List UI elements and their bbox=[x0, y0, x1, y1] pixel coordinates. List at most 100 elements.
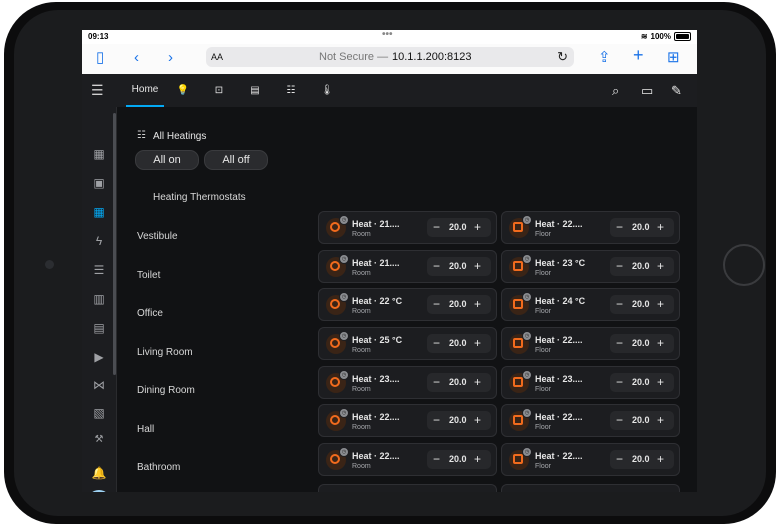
tab-climate-icon[interactable]: ⊡ bbox=[210, 74, 228, 107]
increase-button[interactable]: + bbox=[657, 452, 664, 466]
target-temperature: 20.0 bbox=[449, 299, 467, 309]
thermostat-name: Heat · 21.... bbox=[352, 219, 400, 229]
share-icon[interactable]: ⇪ bbox=[598, 50, 611, 65]
increase-button[interactable]: + bbox=[474, 452, 481, 466]
decrease-button[interactable]: − bbox=[616, 336, 623, 350]
sidebar-list-icon[interactable]: ☰ bbox=[91, 262, 107, 278]
thermostat-card[interactable]: ◷ Heat · 25 °C Room −20.0 + bbox=[318, 327, 497, 360]
decrease-button[interactable]: − bbox=[616, 452, 623, 466]
decrease-button[interactable]: − bbox=[616, 413, 623, 427]
sidebar-logbook-icon[interactable]: ▤ bbox=[91, 320, 107, 336]
decrease-button[interactable]: − bbox=[433, 336, 440, 350]
thermostat-card[interactable]: ◷ Heat · 23.... Room −20.0 + bbox=[318, 366, 497, 399]
increase-button[interactable]: + bbox=[474, 220, 481, 234]
multitasking-dots-icon[interactable]: ••• bbox=[382, 30, 393, 40]
tab-lights-icon[interactable]: 💡 bbox=[174, 74, 192, 107]
sidebar-clipboard-icon[interactable]: ▧ bbox=[91, 405, 107, 421]
temperature-stepper: −20.0 + bbox=[610, 334, 674, 353]
target-temperature: 20.0 bbox=[632, 222, 650, 232]
sidebar-code-icon[interactable]: ⋈ bbox=[91, 377, 107, 393]
decrease-button[interactable]: − bbox=[433, 452, 440, 466]
tab-home[interactable]: Home bbox=[126, 74, 164, 107]
decrease-button[interactable]: − bbox=[616, 297, 623, 311]
home-button[interactable] bbox=[723, 244, 765, 286]
tab-thermometer-icon[interactable]: 🌡 bbox=[318, 74, 336, 107]
new-tab-icon[interactable]: + bbox=[633, 46, 644, 64]
notifications-icon[interactable]: 🔔 bbox=[91, 465, 107, 481]
increase-button[interactable]: + bbox=[474, 297, 481, 311]
decrease-button[interactable]: − bbox=[616, 259, 623, 273]
thermostat-card[interactable]: ◷ Heat · 22.... Room −20.0 + bbox=[318, 404, 497, 437]
sidebar-media-icon[interactable]: ▶ bbox=[91, 349, 107, 365]
edit-icon[interactable]: ✎ bbox=[671, 83, 682, 99]
increase-button[interactable]: + bbox=[657, 413, 664, 427]
reload-icon[interactable]: ↻ bbox=[557, 49, 568, 65]
thermostat-card-partial[interactable] bbox=[318, 484, 497, 492]
sidebar-tools-icon[interactable]: ⚒ bbox=[91, 432, 107, 448]
avatar[interactable]: o bbox=[87, 490, 111, 492]
target-temperature: 20.0 bbox=[632, 299, 650, 309]
thermostat-card[interactable]: ◷ Heat · 22.... Floor −20.0 + bbox=[501, 211, 680, 244]
tab-blinds-icon[interactable]: ▤ bbox=[246, 74, 264, 107]
decrease-button[interactable]: − bbox=[433, 297, 440, 311]
address-bar[interactable]: AA Not Secure — 10.1.1.200:8123 ↻ bbox=[206, 47, 574, 67]
thermostat-card[interactable]: ◷ Heat · 22 °C Room −20.0 + bbox=[318, 288, 497, 321]
sidebar-dashboard-icon[interactable]: ▦ bbox=[91, 204, 107, 220]
increase-button[interactable]: + bbox=[474, 259, 481, 273]
thermostat-area: Room bbox=[352, 270, 371, 277]
increase-button[interactable]: + bbox=[657, 220, 664, 234]
thermostat-card[interactable]: ◷ Heat · 22.... Floor −20.0 + bbox=[501, 404, 680, 437]
assist-icon[interactable]: ▭ bbox=[641, 83, 653, 99]
sidebar-energy-icon[interactable]: ϟ bbox=[91, 233, 107, 249]
decrease-button[interactable]: − bbox=[433, 259, 440, 273]
thermostat-card[interactable]: ◷ Heat · 22.... Floor −20.0 + bbox=[501, 443, 680, 476]
all-on-button[interactable]: All on bbox=[135, 150, 199, 170]
thermostat-card[interactable]: ◷ Heat · 23.... Floor −20.0 + bbox=[501, 366, 680, 399]
text-size-button[interactable]: AA bbox=[211, 52, 223, 62]
back-icon[interactable]: ‹ bbox=[134, 50, 139, 65]
thermostat-area: Room bbox=[352, 386, 371, 393]
increase-button[interactable]: + bbox=[657, 336, 664, 350]
target-temperature: 20.0 bbox=[449, 415, 467, 425]
temperature-stepper: −20.0 + bbox=[610, 218, 674, 237]
decrease-button[interactable]: − bbox=[616, 375, 623, 389]
room-label: Living Room bbox=[137, 347, 193, 358]
increase-button[interactable]: + bbox=[657, 297, 664, 311]
ha-toolbar: ☰ Home 💡 ⊡ ▤ ☷ 🌡 ⌕ ▭ ✎ bbox=[82, 74, 697, 107]
sidebar-announcements-icon[interactable]: ▣ bbox=[91, 175, 107, 191]
search-icon[interactable]: ⌕ bbox=[612, 83, 619, 99]
decrease-button[interactable]: − bbox=[433, 413, 440, 427]
tabs-overview-icon[interactable]: ⊞ bbox=[667, 50, 680, 65]
increase-button[interactable]: + bbox=[474, 413, 481, 427]
temperature-stepper: −20.0 + bbox=[610, 373, 674, 392]
status-badge: ◷ bbox=[522, 292, 532, 302]
decrease-button[interactable]: − bbox=[433, 375, 440, 389]
forward-icon[interactable]: › bbox=[168, 50, 173, 65]
thermostat-name: Heat · 22 °C bbox=[352, 296, 403, 306]
thermostat-card[interactable]: ◷ Heat · 22.... Room −20.0 + bbox=[318, 443, 497, 476]
thermostat-card[interactable]: ◷ Heat · 22.... Floor −20.0 + bbox=[501, 327, 680, 360]
status-badge: ◷ bbox=[522, 370, 532, 380]
sidebar-overview-icon[interactable]: ▦ bbox=[91, 146, 107, 162]
target-temperature: 20.0 bbox=[632, 415, 650, 425]
thermostat-card[interactable]: ◷ Heat · 21.... Room −20.0 + bbox=[318, 250, 497, 283]
increase-button[interactable]: + bbox=[657, 259, 664, 273]
sidebar-history-icon[interactable]: ▥ bbox=[91, 291, 107, 307]
status-badge: ◷ bbox=[522, 447, 532, 457]
thermostat-card[interactable]: ◷ Heat · 21.... Room −20.0 + bbox=[318, 211, 497, 244]
thermostat-name: Heat · 24 °C bbox=[535, 296, 586, 306]
sidebar-toggle-icon[interactable]: ▯ bbox=[96, 50, 104, 65]
all-off-button[interactable]: All off bbox=[204, 150, 268, 170]
sidebar-scrollbar[interactable] bbox=[113, 113, 116, 375]
increase-button[interactable]: + bbox=[474, 336, 481, 350]
thermostat-card-partial[interactable] bbox=[501, 484, 680, 492]
thermostat-card[interactable]: ◷ Heat · 24 °C Floor −20.0 + bbox=[501, 288, 680, 321]
tab-heating-icon[interactable]: ☷ bbox=[282, 74, 300, 107]
decrease-button[interactable]: − bbox=[616, 220, 623, 234]
thermostat-card[interactable]: ◷ Heat · 23 °C Floor −20.0 + bbox=[501, 250, 680, 283]
decrease-button[interactable]: − bbox=[433, 220, 440, 234]
status-badge: ◷ bbox=[339, 292, 349, 302]
increase-button[interactable]: + bbox=[657, 375, 664, 389]
increase-button[interactable]: + bbox=[474, 375, 481, 389]
menu-icon[interactable]: ☰ bbox=[91, 82, 104, 99]
